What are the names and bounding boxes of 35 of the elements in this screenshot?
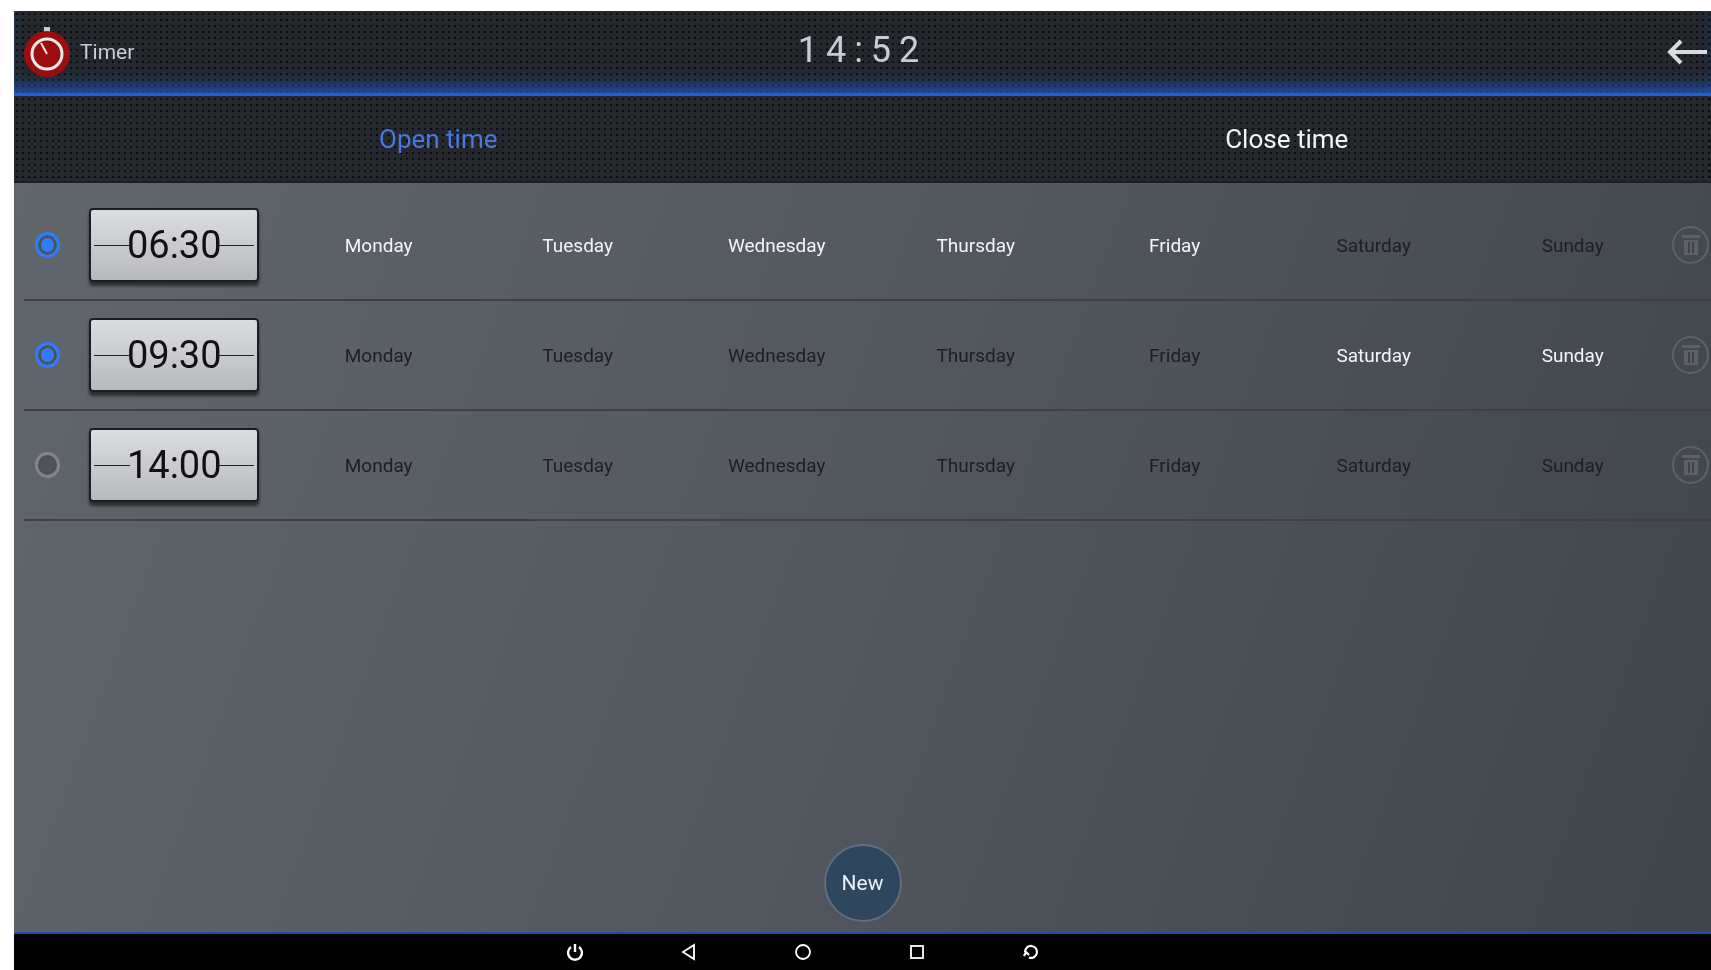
stopwatch-icon: [22, 26, 72, 78]
tab[interactable]: Open time: [369, 119, 508, 158]
day-toggle[interactable]: Monday: [344, 233, 413, 257]
power-icon[interactable]: [564, 942, 585, 962]
new-button[interactable]: New: [823, 844, 902, 922]
app-title: Timer: [80, 40, 135, 64]
day-toggle[interactable]: Monday: [344, 343, 413, 367]
home-icon[interactable]: [792, 942, 813, 962]
rotate-icon[interactable]: [1020, 942, 1041, 962]
day-toggle[interactable]: Monday: [344, 453, 413, 477]
day-toggle[interactable]: Thursday: [936, 343, 1015, 367]
day-toggle[interactable]: Thursday: [936, 233, 1015, 257]
trash-icon: [1680, 454, 1701, 476]
tab[interactable]: Close time: [1215, 119, 1359, 158]
day-toggle[interactable]: Tuesday: [542, 453, 614, 477]
day-toggle[interactable]: Saturday: [1336, 343, 1411, 367]
day-toggle[interactable]: Tuesday: [542, 233, 614, 257]
day-toggle[interactable]: Wednesday: [727, 343, 826, 367]
day-toggle[interactable]: Friday: [1149, 233, 1201, 257]
day-toggle[interactable]: Wednesday: [727, 453, 826, 477]
day-toggle[interactable]: Sunday: [1541, 343, 1604, 367]
day-toggle[interactable]: Thursday: [936, 453, 1015, 477]
trash-icon: [1680, 344, 1701, 366]
day-toggle[interactable]: Tuesday: [542, 343, 614, 367]
time-card[interactable]: 14:00: [89, 428, 260, 502]
radio-button[interactable]: [35, 342, 61, 368]
time-card[interactable]: 06:30: [89, 208, 260, 282]
day-toggle[interactable]: Wednesday: [727, 233, 826, 257]
time-card[interactable]: 09:30: [89, 318, 260, 392]
day-toggle[interactable]: Friday: [1149, 343, 1201, 367]
back-arrow-icon[interactable]: [1667, 38, 1707, 66]
trash-icon: [1680, 234, 1701, 256]
clock-time: 14:52: [797, 29, 928, 71]
radio-button[interactable]: [35, 452, 61, 478]
radio-button[interactable]: [35, 232, 61, 258]
